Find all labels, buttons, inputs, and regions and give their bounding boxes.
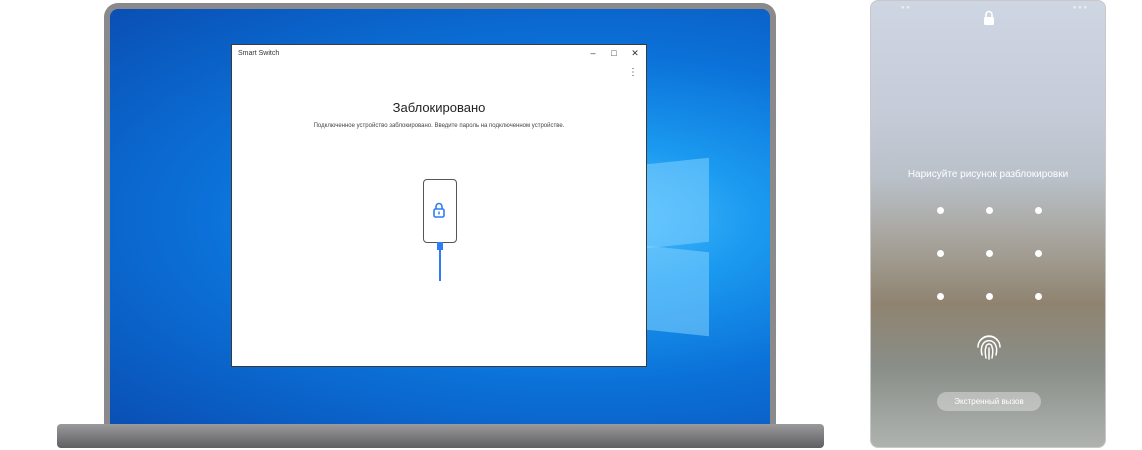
emergency-call-button[interactable]: Экстренный вызов: [937, 392, 1041, 411]
laptop-base: [57, 424, 824, 448]
unlock-pattern-prompt: Нарисуйте рисунок разблокировки: [907, 169, 1069, 180]
usb-cable: [439, 250, 441, 281]
pattern-dot[interactable]: [1035, 250, 1042, 257]
phone-illustration: [423, 179, 457, 243]
close-button[interactable]: ✕: [628, 48, 642, 59]
window-title: Smart Switch: [238, 50, 280, 57]
pattern-dot[interactable]: [937, 250, 944, 257]
pattern-dot[interactable]: [1035, 207, 1042, 214]
locked-description: Подключенное устройство заблокировано. В…: [313, 123, 565, 129]
pattern-dot[interactable]: [937, 207, 944, 214]
phone-lock-screen: ● ● ● ● ● Нарисуйте рисунок разблокировк…: [870, 0, 1106, 448]
status-indicator-left: ● ●: [901, 5, 910, 11]
fingerprint-icon[interactable]: [974, 331, 1004, 361]
pattern-dot[interactable]: [986, 293, 993, 300]
page-title: Заблокировано: [392, 100, 486, 115]
maximize-button[interactable]: □: [607, 48, 621, 58]
pattern-dot[interactable]: [986, 207, 993, 214]
lock-icon: [984, 10, 994, 25]
pattern-dot[interactable]: [1035, 293, 1042, 300]
title-bar: Smart Switch – □ ✕: [232, 45, 646, 65]
pattern-dot[interactable]: [937, 293, 944, 300]
padlock-icon: [433, 202, 445, 218]
status-indicator-right: ● ● ●: [1072, 5, 1087, 11]
minimize-button[interactable]: –: [586, 48, 600, 58]
more-options-icon[interactable]: ⋮: [628, 67, 638, 78]
pattern-dot[interactable]: [986, 250, 993, 257]
usb-plug: [437, 242, 443, 250]
smart-switch-window: Smart Switch – □ ✕ ⋮ Заблокировано Подкл…: [231, 44, 647, 367]
